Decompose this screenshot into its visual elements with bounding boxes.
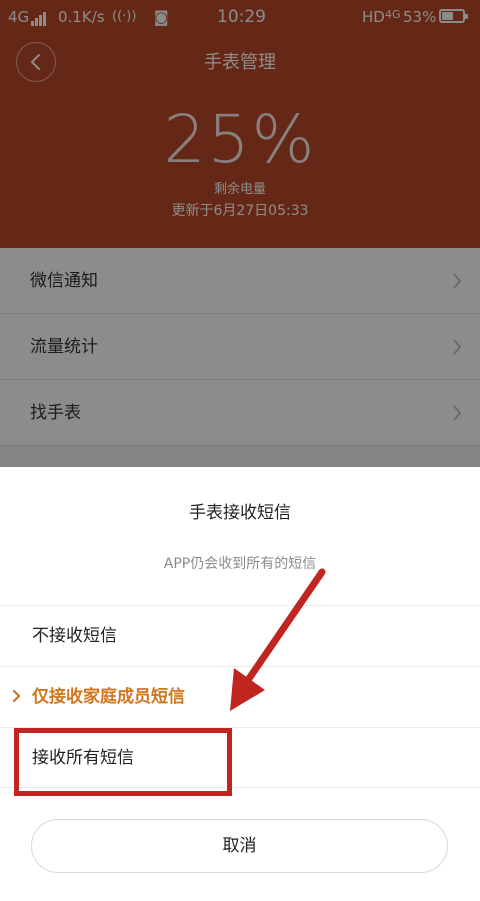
option-no-sms[interactable]: 不接收短信	[0, 605, 480, 666]
sheet-subtitle: APP仍会收到所有的短信	[163, 556, 317, 572]
option-label: 仅接收家庭成员短信	[32, 687, 185, 707]
selected-chevron-icon	[12, 689, 21, 703]
option-label: 不接收短信	[32, 626, 117, 646]
sms-options-sheet: 手表接收短信 APP仍会收到所有的短信 不接收短信 仅接收家庭成员短信 接收所有…	[0, 467, 480, 901]
cancel-button[interactable]: 取消	[31, 819, 448, 873]
sheet-title: 手表接收短信	[189, 503, 291, 523]
option-family-sms[interactable]: 仅接收家庭成员短信	[0, 666, 480, 727]
annotation-highlight-box	[14, 728, 232, 796]
